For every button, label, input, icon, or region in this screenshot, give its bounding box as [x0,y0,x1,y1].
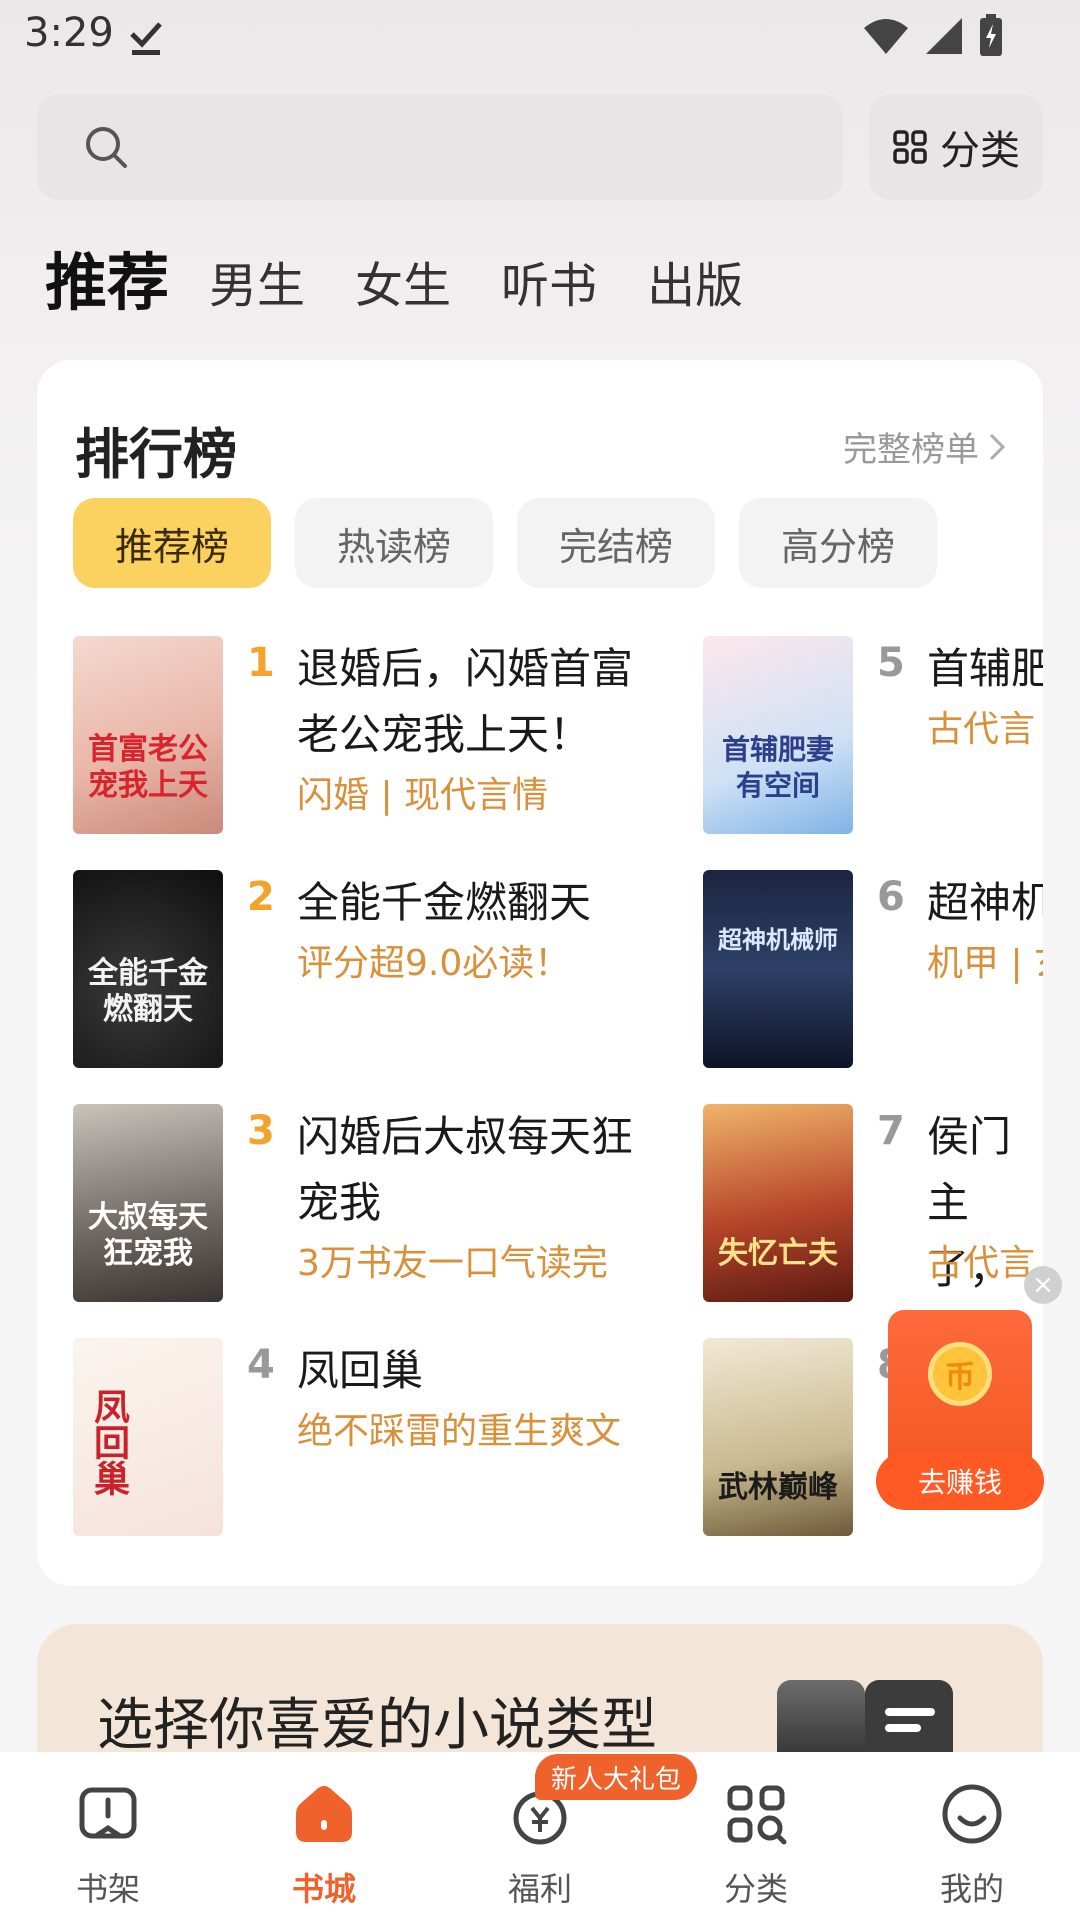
cover-title: 首富老公宠我上天 [88,732,208,803]
genre-banner-title: 选择你喜爱的小说类型 [97,1693,657,1758]
cover-title: 凤回巢 [88,1388,130,1496]
rank-number: 7 [877,1108,905,1154]
nav-profile[interactable]: 我的 [902,1782,1042,1908]
bookshelf-icon [79,1787,137,1839]
pill-finished[interactable]: 完结榜 [517,498,715,588]
nav-bookshelf[interactable]: 书架 [38,1782,178,1908]
chevron-right-icon [989,433,1006,460]
rank-number: 3 [247,1108,275,1154]
book-item[interactable]: 大叔每天狂宠我 3 闪婚后大叔每天狂宠我 3万书友一口气读完 [73,1104,773,1304]
download-done-icon [130,22,162,55]
book-cover: 大叔每天狂宠我 [73,1104,223,1302]
nav-bookstore-label: 书城 [291,1870,356,1908]
genre-banner[interactable]: 选择你喜爱的小说类型 [37,1624,1043,1764]
rank-number: 4 [247,1342,275,1388]
book-cover: 全能千金燃翻天 [73,870,223,1068]
pill-hot[interactable]: 热读榜 [295,498,493,588]
book-title: 首辅肥 [927,644,1043,693]
nav-bookshelf-label: 书架 [75,1870,140,1908]
wifi-icon [864,19,908,54]
category-icon [727,1785,787,1845]
bookstore-icon [296,1786,352,1842]
cover-title: 首辅肥妻有空间 [721,733,834,802]
cover-title: 全能千金燃翻天 [88,956,208,1027]
earn-money-button[interactable]: 去赚钱 [876,1452,1044,1510]
book-item[interactable]: 凤回巢 4 凤回巢 绝不踩雷的重生爽文 [73,1338,773,1538]
nav-welfare[interactable]: 福利 [470,1782,610,1908]
category-button[interactable]: 分类 [869,94,1043,200]
cover-title: 武林巅峰 [718,1470,838,1505]
nav-welfare-label: 福利 [507,1870,572,1908]
nav-category[interactable]: 分类 [686,1782,826,1908]
full-ranking-label: 完整榜单 [843,430,979,470]
nav-category-label: 分类 [723,1870,788,1908]
nav-bookstore[interactable]: 书城 [254,1782,394,1908]
reward-close-button[interactable]: × [1024,1266,1062,1304]
tab-audiobook[interactable]: 听书 [501,254,597,318]
book-title: 闪婚后大叔每天狂宠我 [297,1112,634,1227]
grid-icon [893,130,927,164]
book-title: 全能千金燃翻天 [297,878,592,927]
book-item[interactable]: 全能千金燃翻天 2 全能千金燃翻天 评分超9.0必读！ [73,870,773,1070]
ranking-pills: 推荐榜 热读榜 完结榜 高分榜 [73,498,937,588]
book-tag: 评分超9.0必读！ [297,943,571,984]
book-title: 超神机 [927,878,1043,927]
tab-recommend[interactable]: 推荐 [45,248,169,318]
tab-publishing[interactable]: 出版 [647,254,743,318]
book-tag: 3万书友一口气读完 [297,1243,608,1284]
rank-number: 5 [877,640,905,686]
channel-tabs: 推荐 男生 女生 听书 出版 [45,238,793,318]
status-icons [862,14,1004,58]
rank-number: 2 [247,874,275,920]
coin-icon: 币 [928,1342,992,1406]
book-title: 退婚后，闪婚首富老公宠我上天！ [297,644,634,759]
rank-number: 1 [247,640,275,686]
book-title: 凤回巢 [297,1346,424,1395]
pill-recommend[interactable]: 推荐榜 [73,498,271,588]
search-input[interactable] [37,94,843,200]
book-cover: 首富老公宠我上天 [73,636,223,834]
book-item[interactable]: 首富老公宠我上天 1 退婚后，闪婚首富老公宠我上天！ 闪婚 | 现代言情 [73,636,773,836]
book-item[interactable]: 超神机械师 6 超神机 机甲 | 玄 [703,870,1043,1070]
book-cover: 凤回巢 [73,1338,223,1536]
status-bar: 3:29 [0,0,1080,74]
book-item[interactable]: 首辅肥妻有空间 5 首辅肥 古代言 [703,636,1043,836]
signal-icon [926,18,962,54]
battery-icon [980,14,1002,56]
book-cover: 超神机械师 [703,870,853,1068]
cover-title: 失忆亡夫 [718,1236,838,1271]
tab-male[interactable]: 男生 [209,254,305,318]
book-tag: 绝不踩雷的重生爽文 [297,1411,622,1452]
book-cover: 武林巅峰 [703,1338,853,1536]
book-cover: 首辅肥妻有空间 [703,636,853,834]
full-ranking-link[interactable]: 完整榜单 [843,422,1007,471]
book-cover: 失忆亡夫 [703,1104,853,1302]
profile-icon [942,1784,1002,1844]
book-tag: 闪婚 | 现代言情 [297,775,549,816]
book-tag: 古代言 [927,709,1036,750]
book-item[interactable]: 失忆亡夫 7 侯门主了，失 古代言 [703,1104,1043,1359]
rank-number: 6 [877,874,905,920]
search-icon [86,127,127,168]
nav-profile-label: 我的 [939,1870,1004,1908]
new-user-gift-badge[interactable]: 新人大礼包 [535,1754,698,1800]
cover-title: 大叔每天狂宠我 [88,1200,208,1271]
book-tag: 古代言 [927,1243,1036,1284]
close-icon: × [1032,1270,1054,1300]
book-tag: 机甲 | 玄 [927,943,1043,984]
ranking-title: 排行榜 [75,423,237,486]
cover-title: 超神机械师 [718,925,838,954]
tab-female[interactable]: 女生 [355,254,451,318]
status-time: 3:29 [24,10,114,56]
pill-high-score[interactable]: 高分榜 [739,498,937,588]
category-button-label: 分类 [940,128,1020,174]
